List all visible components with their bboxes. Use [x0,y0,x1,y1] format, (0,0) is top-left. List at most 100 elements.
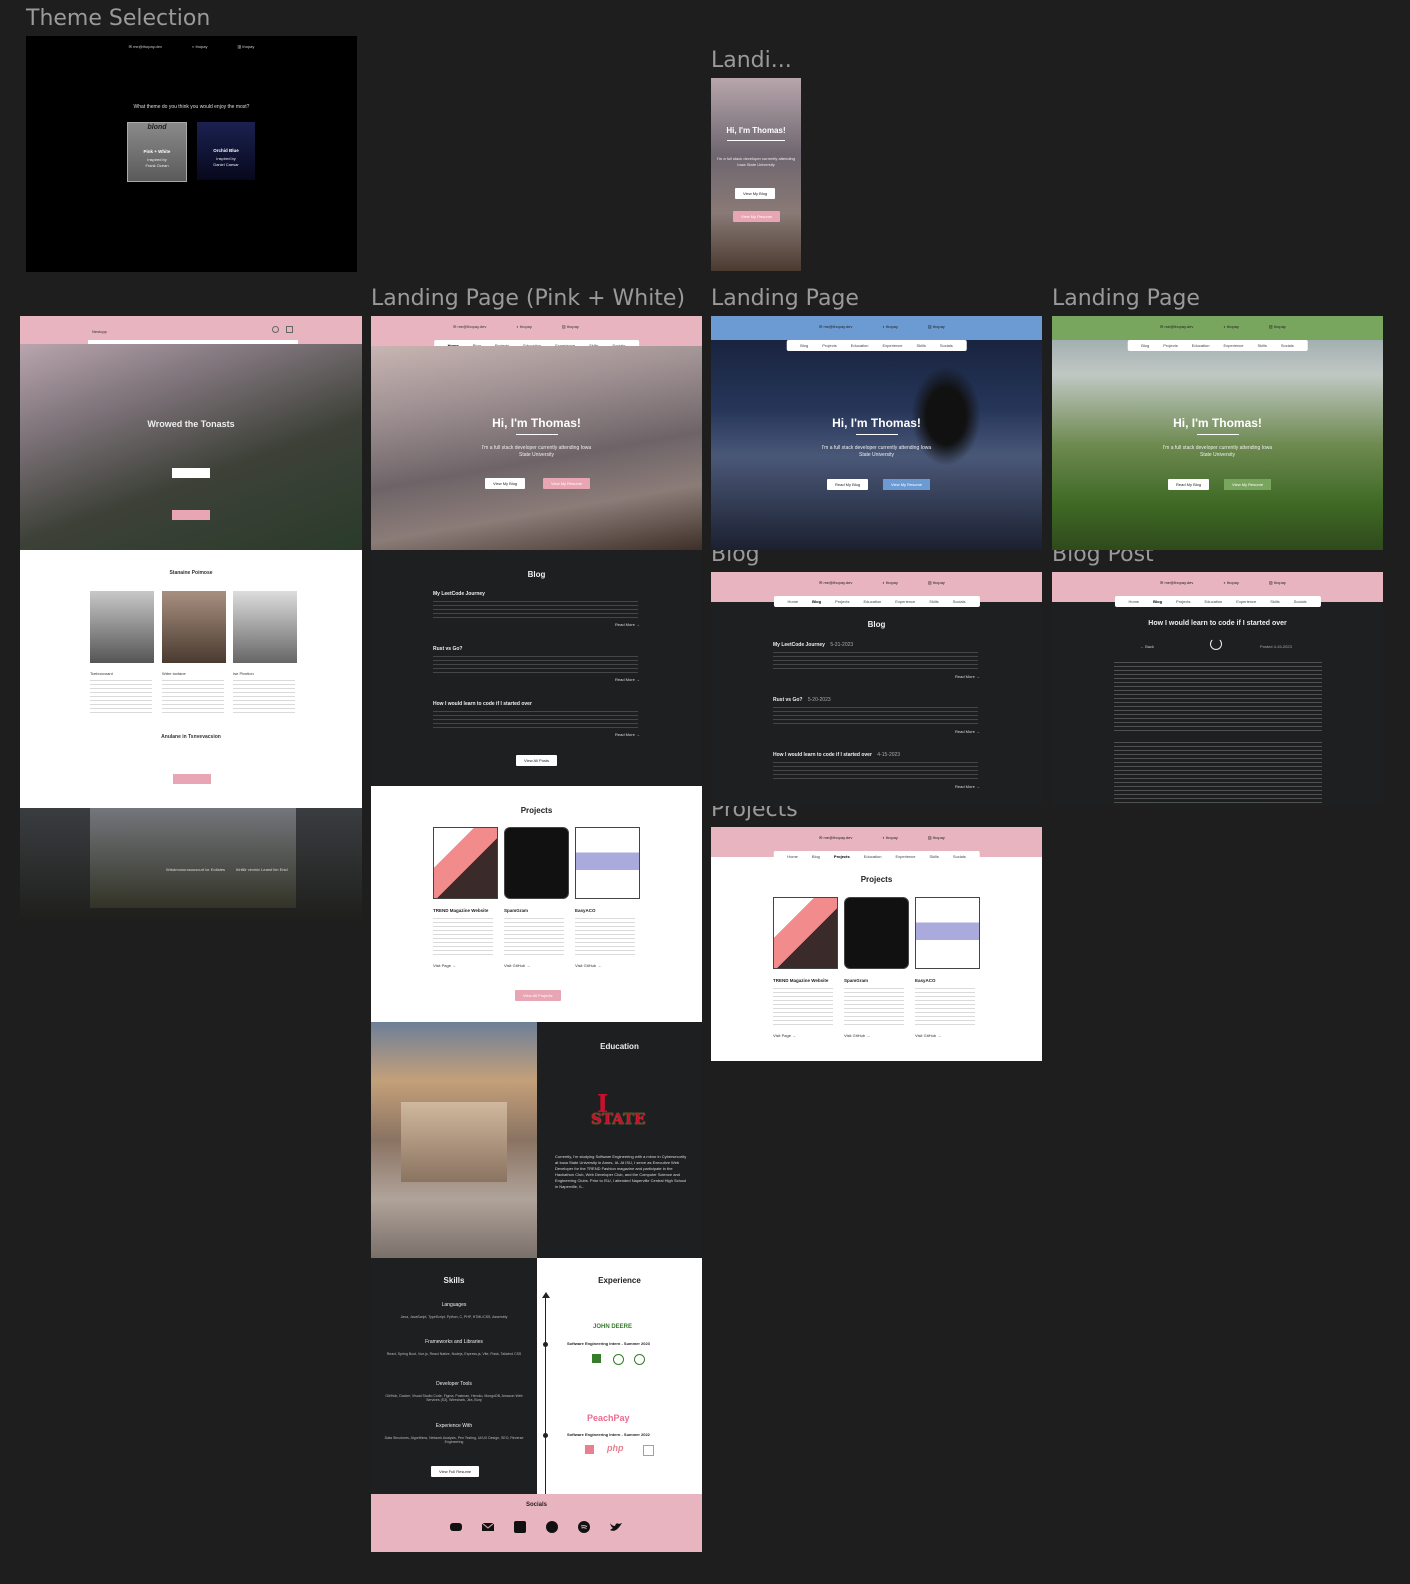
template-cta[interactable] [173,774,211,784]
nav-projects[interactable]: Projects [835,599,849,604]
nav-projects[interactable]: Projects [822,343,836,348]
stats-link[interactable]: ▥ thopay [928,580,945,585]
blog-post-title[interactable]: Rust vs Go? 5-20-2023 [773,697,831,703]
email-link[interactable]: ✉ me@thopay.dev [453,324,486,329]
read-blog-button[interactable]: Read My Blog [1168,479,1210,490]
blog-post-title[interactable]: My LeetCode Journey [433,591,485,597]
nav-blog[interactable]: Blog [800,343,808,348]
email-link[interactable]: ✉ me@thopay.dev [819,835,852,840]
nav-skills[interactable]: Skills [1270,599,1279,604]
email-link[interactable]: ✉ me@thopay.dev [129,44,162,49]
resume-link[interactable]: ◐ thopay [1223,324,1239,329]
nav-experience[interactable]: Experience [1236,599,1256,604]
project-link[interactable]: Visit GitHub → [575,963,601,968]
github-icon[interactable] [545,1520,559,1534]
nav-skills[interactable]: Skills [1258,343,1267,348]
project-link[interactable]: Visit Page → [433,963,456,968]
nav-home[interactable]: Home [787,854,798,859]
back-link[interactable]: ← Back [1140,644,1154,649]
read-more-link[interactable]: Read More → [615,677,640,682]
project-link[interactable]: Visit Page → [773,1033,796,1038]
project-image-trend[interactable] [773,897,838,969]
nav-socials[interactable]: Socials [940,343,953,348]
nav-experience[interactable]: Experience [883,343,903,348]
nav-projects[interactable]: Projects [834,854,850,859]
nav-skills[interactable]: Skills [929,599,938,604]
theme-option-blue[interactable]: Orchid Blue Inspired by Daniel Caesar [197,122,255,180]
read-more-link[interactable]: Read More → [615,622,640,627]
project-image-spamgram[interactable] [844,897,909,969]
cart-icon[interactable] [286,326,293,333]
stats-link[interactable]: ▥ thopay [562,324,579,329]
read-more-link[interactable]: Read More → [955,674,980,679]
blog-post-title[interactable]: How I would learn to code if I started o… [433,701,532,707]
project-link[interactable]: Visit GitHub → [844,1033,870,1038]
nav-socials[interactable]: Socials [1281,343,1294,348]
resume-link[interactable]: ◐ thopay [192,44,208,49]
view-all-posts-button[interactable]: View All Posts [516,755,558,766]
project-image-easyaco[interactable] [915,897,980,969]
email-link[interactable]: ✉ me@thopay.dev [1160,324,1193,329]
spotify-icon[interactable] [577,1520,591,1534]
nav-education[interactable]: Education [851,343,869,348]
project-image-spamgram[interactable] [504,827,569,899]
read-more-link[interactable]: Read More → [615,732,640,737]
user-icon[interactable] [272,326,279,333]
read-more-link[interactable]: Read More → [955,784,980,789]
resume-link[interactable]: ◐ thopay [882,580,898,585]
theme-option-pink[interactable]: blond Pink + White Inspired by Frank Oce… [127,122,187,182]
resume-link[interactable]: ◐ thopay [1223,580,1239,585]
blog-post-title[interactable]: Rust vs Go? [433,646,462,652]
email-link[interactable]: ✉ me@thopay.dev [819,580,852,585]
stats-link[interactable]: ▥ thopay [928,835,945,840]
email-link[interactable]: ✉ me@thopay.dev [1160,580,1193,585]
stats-link[interactable]: ▥ thopay [238,44,255,49]
project-image-easyaco[interactable] [575,827,640,899]
stats-link[interactable]: ▥ thopay [1269,580,1286,585]
nav-blog[interactable]: Blog [812,599,821,604]
view-resume-button[interactable]: View My Resume [1224,479,1272,490]
nav-education[interactable]: Education [1204,599,1222,604]
blog-post-title[interactable]: My LeetCode Journey 5-31-2023 [773,642,853,648]
nav-skills[interactable]: Skills [930,854,939,859]
mobile-resume-button[interactable]: View My Resume [733,211,781,222]
view-all-projects-button[interactable]: View All Projects [515,990,561,1001]
nav-socials[interactable]: Socials [953,599,966,604]
nav-experience[interactable]: Experience [896,854,916,859]
resume-link[interactable]: ◐ thopay [516,324,532,329]
mobile-blog-button[interactable]: View My Blog [735,188,776,199]
resume-link[interactable]: ◐ thopay [882,324,898,329]
nav-home[interactable]: Home [787,599,798,604]
nav-blog[interactable]: Blog [1153,599,1162,604]
twitter-icon[interactable] [609,1520,623,1534]
read-more-link[interactable]: Read More → [955,729,980,734]
view-blog-button[interactable]: View My Blog [485,478,526,489]
nav-education[interactable]: Education [1192,343,1210,348]
stats-link[interactable]: ▥ thopay [1269,324,1286,329]
blog-post-title[interactable]: How I would learn to code if I started o… [773,752,900,758]
view-full-resume-button[interactable]: View Full Resume [431,1466,480,1477]
nav-experience[interactable]: Experience [895,599,915,604]
refresh-icon[interactable] [1210,638,1222,650]
view-resume-button[interactable]: View My Resume [543,478,591,489]
resume-link[interactable]: ◐ thopay [882,835,898,840]
view-resume-button[interactable]: View My Resume [883,479,931,490]
nav-socials[interactable]: Socials [1294,599,1307,604]
nav-projects[interactable]: Projects [1176,599,1190,604]
email-icon[interactable] [481,1520,495,1534]
nav-home[interactable]: Home [1128,599,1139,604]
discord-icon[interactable] [449,1520,463,1534]
nav-education[interactable]: Education [863,599,881,604]
linkedin-icon[interactable] [513,1520,527,1534]
stats-link[interactable]: ▥ thopay [928,324,945,329]
nav-socials[interactable]: Socials [953,854,966,859]
template-button[interactable] [172,468,210,478]
read-blog-button[interactable]: Read My Blog [827,479,869,490]
nav-experience[interactable]: Experience [1224,343,1244,348]
email-link[interactable]: ✉ me@thopay.dev [819,324,852,329]
nav-skills[interactable]: Skills [917,343,926,348]
nav-education[interactable]: Education [864,854,882,859]
nav-projects[interactable]: Projects [1163,343,1177,348]
template-button-pink[interactable] [172,510,210,520]
project-link[interactable]: Visit GitHub → [504,963,530,968]
